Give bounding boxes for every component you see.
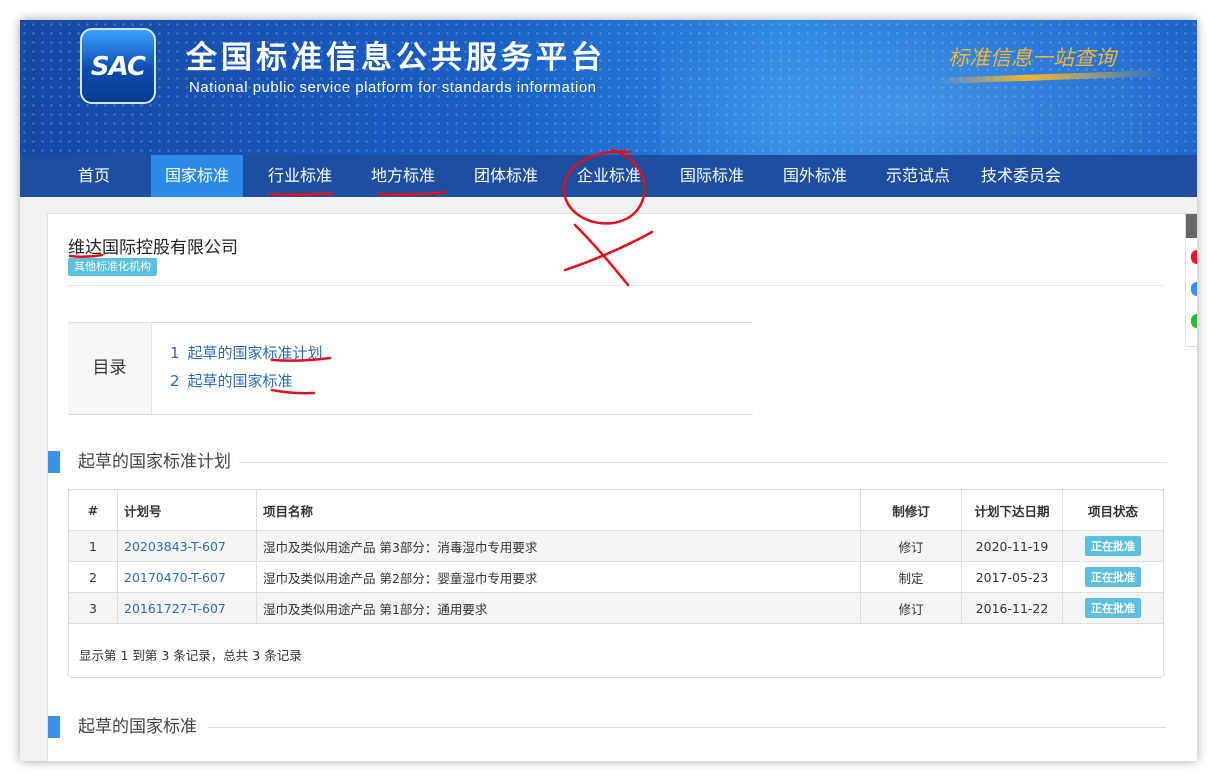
col-header-revision-type: 制修订 [860,489,962,531]
col-header-plan-no: 计划号 [117,489,257,531]
plan-number-link[interactable]: 20161727-T-607 [124,601,226,616]
share-close-icon[interactable] [1186,214,1197,238]
org-detail-card: 维达国际控股有限公司 其他标准化机构 目录 1 起草的国家标准计划 2 起草的国家标… [47,213,1197,761]
org-name: 维达国际控股有限公司 [68,238,238,258]
col-header-issue-date: 计划下达日期 [961,489,1063,531]
main-nav: 首页 国家标准 行业标准 地方标准 团体标准 企业标准 国际标准 国外标准 示范… [20,155,1197,197]
status-badge: 正在批准 [1085,598,1141,618]
browser-page: SAC 全国标准信息公共服务平台 National public service… [20,20,1197,761]
toc-link-standards[interactable]: 2 起草的国家标准 [170,370,293,391]
qq-icon[interactable] [1191,282,1197,296]
table-row: 3 20161727-T-607 湿巾及类似用途产品 第1部分：通用要求 修订 … [68,592,1164,624]
nav-item-national-standards[interactable]: 国家标准 [151,155,243,197]
nav-item-tech-committee[interactable]: 技术委员会 [975,155,1067,197]
banner-world-map [660,20,1197,155]
status-badge: 正在批准 [1085,536,1141,556]
nav-item-home[interactable]: 首页 [62,155,126,197]
section-header-plans: 起草的国家标准计划 [48,451,1197,473]
site-slogan: 标准信息一站查询 [948,46,1116,70]
weibo-icon[interactable] [1191,250,1197,264]
col-header-project-name: 项目名称 [256,489,861,531]
floating-share-bar[interactable] [1185,213,1197,347]
toc-label: 目录 [68,323,152,414]
nav-item-local-standards[interactable]: 地方标准 [357,155,449,197]
section-header-standards: 起草的国家标准 [48,716,1197,738]
status-badge: 正在批准 [1085,567,1141,587]
nav-item-foreign-standards[interactable]: 国外标准 [769,155,861,197]
divider [68,285,1166,286]
col-header-index: # [68,489,118,531]
org-type-badge: 其他标准化机构 [68,258,157,276]
wechat-icon[interactable] [1191,314,1197,328]
plans-table: # 计划号 项目名称 制修订 计划下达日期 项目状态 1 20203843-T-… [68,489,1164,678]
table-row: 2 20170470-T-607 湿巾及类似用途产品 第2部分：婴童湿巾专用要求… [68,561,1164,593]
plan-number-link[interactable]: 20203843-T-607 [124,539,226,554]
nav-item-enterprise-standards[interactable]: 企业标准 [563,155,655,197]
site-subtitle: National public service platform for sta… [189,79,597,96]
nav-item-international-standards[interactable]: 国际标准 [666,155,758,197]
site-title: 全国标准信息公共服务平台 [186,40,606,76]
table-of-contents: 目录 1 起草的国家标准计划 2 起草的国家标准 [68,322,753,415]
toc-link-plans[interactable]: 1 起草的国家标准计划 [170,342,323,363]
site-banner: SAC 全国标准信息公共服务平台 National public service… [20,20,1197,155]
nav-item-industry-standards[interactable]: 行业标准 [254,155,346,197]
nav-item-pilot-demo[interactable]: 示范试点 [872,155,964,197]
nav-item-group-standards[interactable]: 团体标准 [460,155,552,197]
col-header-status: 项目状态 [1062,489,1164,531]
plan-number-link[interactable]: 20170470-T-607 [124,570,226,585]
table-row: 1 20203843-T-607 湿巾及类似用途产品 第3部分：消毒湿巾专用要求… [68,530,1164,562]
sac-logo[interactable]: SAC [80,28,156,104]
pagination-info: 显示第 1 到第 3 条记录，总共 3 条记录 [79,648,302,663]
